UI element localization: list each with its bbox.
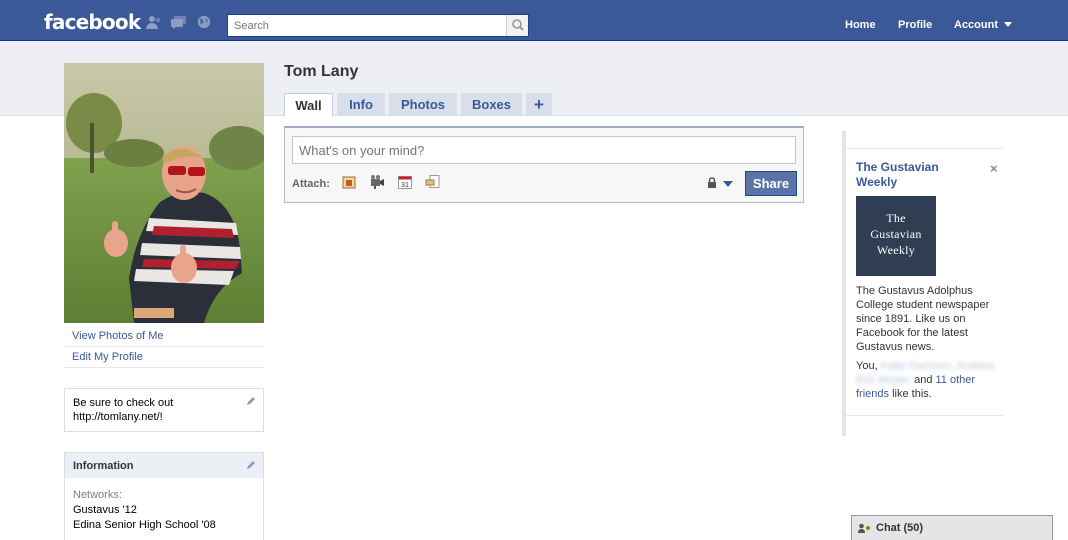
network-item[interactable]: Edina Senior High School '08	[73, 518, 255, 533]
information-box-body: Networks: Gustavus '12 Edina Senior High…	[64, 478, 264, 540]
nav-profile-link[interactable]: Profile	[898, 19, 932, 31]
logo-line: The	[886, 211, 906, 225]
tab-wall[interactable]: Wall	[284, 93, 333, 117]
attach-label: Attach:	[292, 178, 330, 190]
edit-bio-pencil-icon[interactable]	[245, 395, 257, 407]
ad-divider	[846, 148, 1003, 149]
social-suffix: like this.	[892, 388, 932, 400]
tab-photos[interactable]: Photos	[389, 93, 457, 116]
status-publisher: Attach: 31 Share	[284, 126, 804, 203]
network-item[interactable]: Gustavus '12	[73, 503, 255, 518]
chat-bar[interactable]: Chat (50)	[851, 515, 1053, 540]
bio-text: Be sure to check out http://tomlany.net/…	[73, 397, 174, 423]
magnifier-icon	[512, 19, 524, 31]
tab-info[interactable]: Info	[337, 93, 385, 116]
facebook-logo[interactable]: facebook	[44, 10, 141, 34]
logo-line: Weekly	[876, 243, 916, 257]
search-button[interactable]	[506, 15, 528, 36]
profile-picture[interactable]	[64, 63, 264, 323]
chat-online-icon	[858, 523, 870, 533]
social-and: and	[914, 374, 933, 386]
ad-description: The Gustavus Adolphus College student ne…	[856, 285, 990, 353]
link-icon[interactable]	[425, 174, 441, 190]
edit-information-pencil-icon[interactable]	[245, 459, 257, 471]
nav-home-link[interactable]: Home	[845, 19, 876, 31]
share-button[interactable]: Share	[745, 171, 797, 196]
tab-boxes[interactable]: Boxes	[461, 93, 522, 116]
networks-label: Networks:	[73, 489, 122, 501]
ad-divider	[846, 415, 1003, 416]
ad-title-link[interactable]: The Gustavian Weekly	[856, 160, 976, 190]
notifications-globe-icon[interactable]	[196, 15, 212, 29]
add-tab-plus-button[interactable]: +	[526, 93, 552, 116]
profile-name: Tom Lany	[284, 63, 359, 80]
top-navigation-bar: facebook Home Profile Account	[0, 0, 1068, 41]
friend-link[interactable]: Katie Garrison,	[881, 360, 954, 372]
social-prefix: You,	[856, 360, 878, 372]
view-photos-link[interactable]: View Photos of Me	[64, 326, 264, 347]
messages-icon[interactable]	[171, 15, 187, 29]
privacy-lock-icon[interactable]	[707, 177, 717, 188]
status-update-input[interactable]	[292, 136, 796, 164]
ad-social-context: You, Katie Garrison, Andrew Eric Moyer, …	[856, 359, 1001, 401]
bio-box: Be sure to check out http://tomlany.net/…	[64, 388, 264, 432]
search-input[interactable]	[228, 15, 506, 36]
ad-close-icon[interactable]: ×	[990, 161, 998, 176]
event-icon[interactable]: 31	[397, 174, 413, 190]
friend-requests-icon[interactable]	[146, 15, 162, 29]
information-title: Information	[73, 460, 134, 472]
privacy-dropdown-arrow-icon[interactable]	[723, 181, 733, 187]
video-icon[interactable]	[369, 174, 385, 190]
nav-account-link[interactable]: Account	[954, 19, 998, 31]
edit-profile-link[interactable]: Edit My Profile	[64, 347, 264, 368]
profile-photo-image	[64, 63, 264, 323]
event-icon-day: 31	[401, 182, 409, 189]
account-dropdown-arrow-icon[interactable]	[1004, 22, 1012, 27]
photo-icon[interactable]	[341, 174, 357, 190]
search-box[interactable]	[227, 14, 529, 37]
logo-line: Gustavian	[870, 227, 922, 241]
gustavian-weekly-logo[interactable]: The Gustavian Weekly	[856, 196, 936, 276]
information-box-header: Information	[64, 452, 264, 478]
